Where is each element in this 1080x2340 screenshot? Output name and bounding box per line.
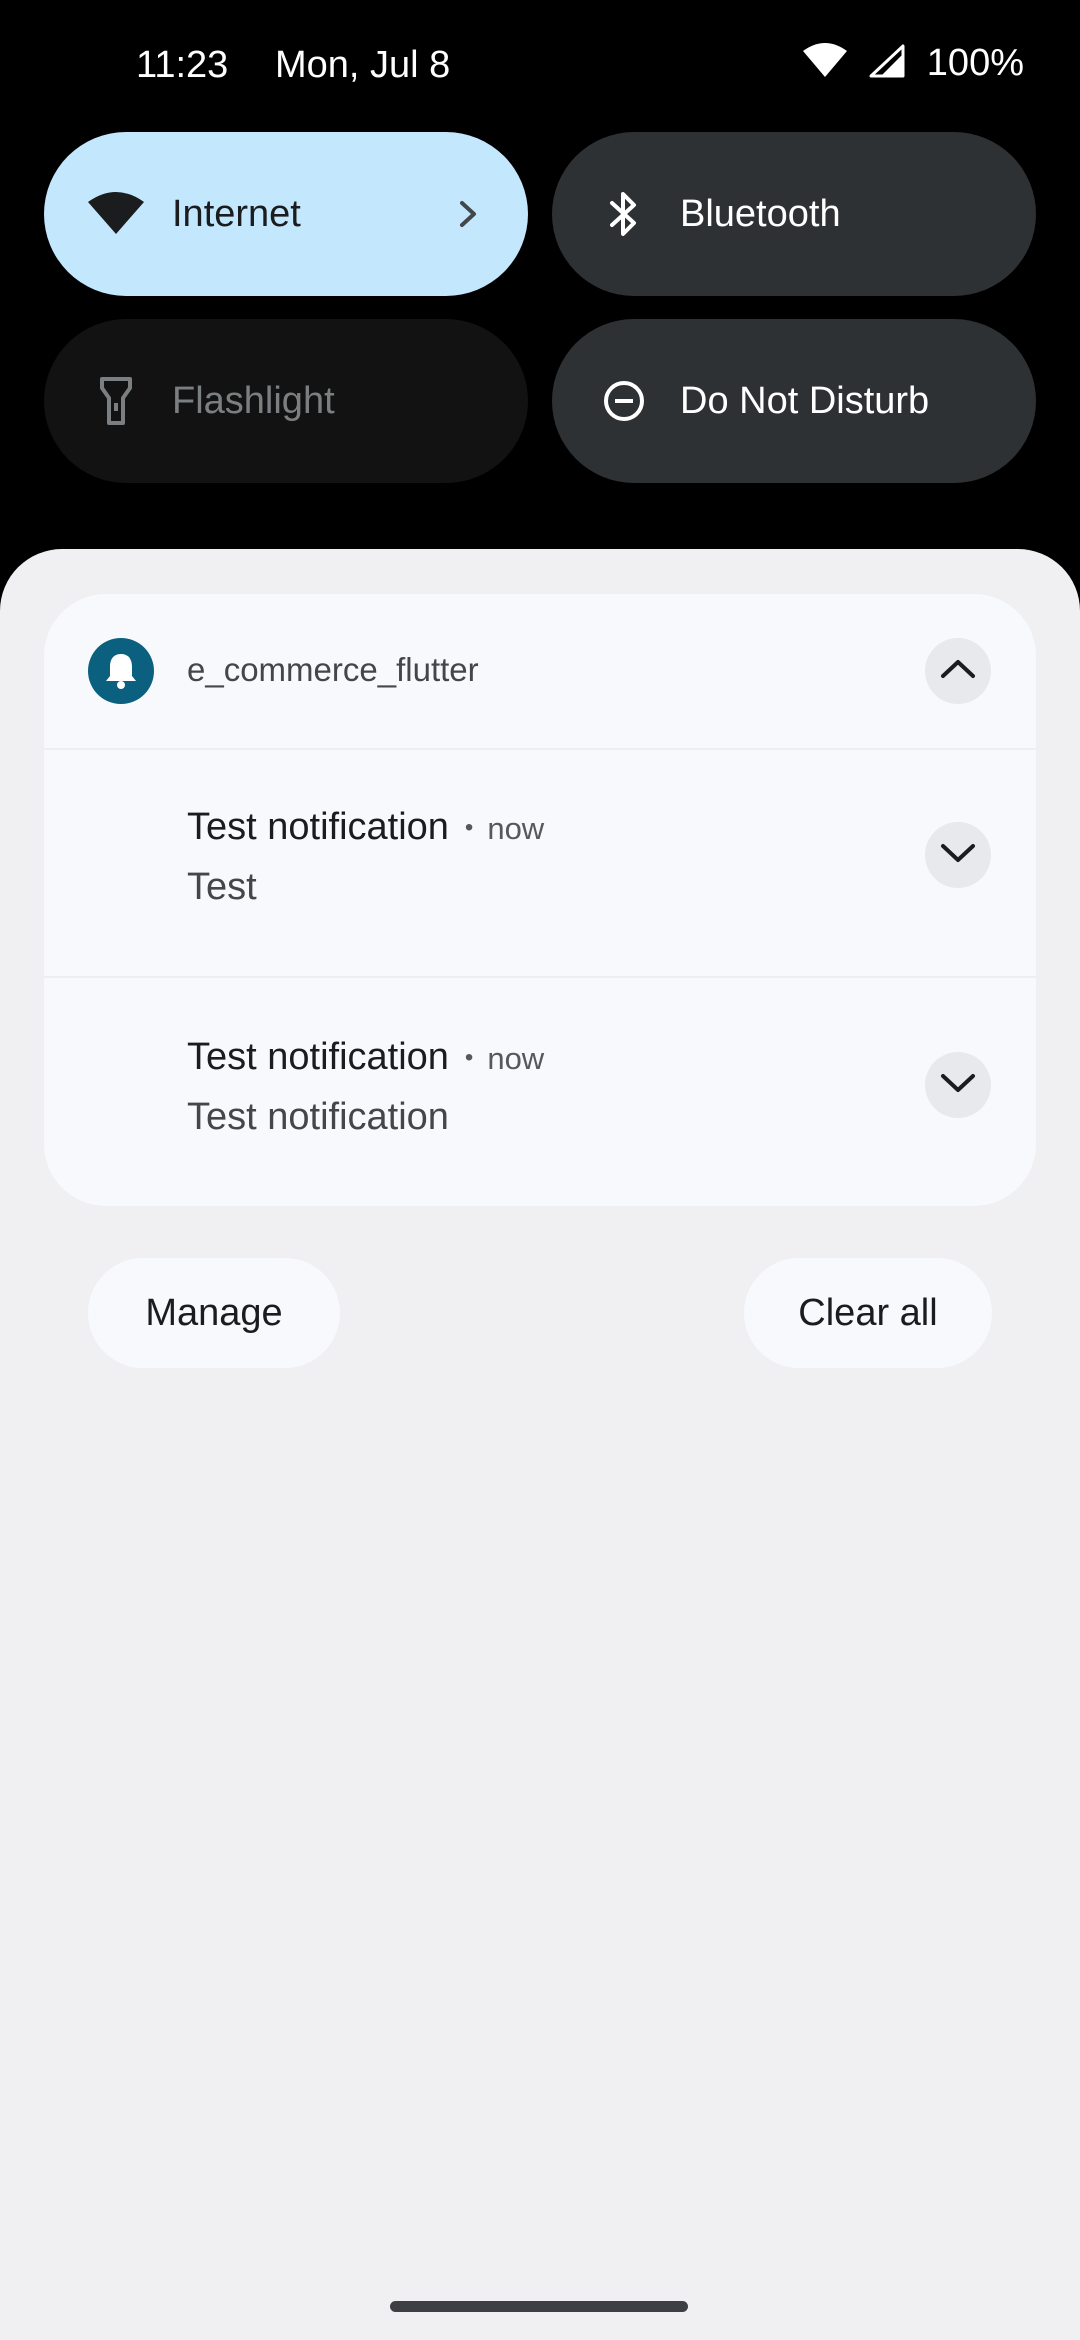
notification-item[interactable]: Test notification • now Test notificatio… (44, 978, 1036, 1206)
notification-body: Test (187, 866, 257, 908)
notification-time: now (487, 1041, 545, 1076)
status-icons: 100% (802, 42, 1024, 85)
manage-button[interactable]: Manage (88, 1258, 340, 1368)
status-time: 11:23 (136, 44, 229, 86)
collapse-group-button[interactable] (925, 638, 991, 704)
bell-icon (88, 638, 154, 704)
chevron-down-icon (940, 1072, 976, 1099)
app-name: e_commerce_flutter (187, 651, 479, 688)
expand-notification-button[interactable] (925, 1052, 991, 1118)
home-gesture-handle[interactable] (390, 2301, 688, 2312)
notification-body: Test notification (187, 1096, 449, 1138)
separator-dot: • (464, 1044, 474, 1071)
bluetooth-tile[interactable]: Bluetooth (552, 132, 1036, 296)
chevron-right-icon[interactable] (448, 194, 488, 234)
wifi-icon (802, 43, 847, 84)
minus-circle-icon (594, 371, 654, 431)
notification-group-header[interactable]: e_commerce_flutter (44, 594, 1036, 750)
flashlight-tile[interactable]: Flashlight (44, 319, 528, 483)
notification-group[interactable]: e_commerce_flutter Test notification • n… (44, 594, 1036, 1206)
cell-signal-icon (869, 44, 905, 83)
internet-tile[interactable]: Internet (44, 132, 528, 296)
chevron-up-icon (940, 658, 976, 685)
status-bar: 11:23 Mon, Jul 8 100% (0, 0, 1080, 130)
status-date: Mon, Jul 8 (275, 44, 451, 86)
do-not-disturb-label: Do Not Disturb (680, 379, 930, 422)
wifi-icon (86, 184, 146, 244)
separator-dot: • (464, 814, 474, 841)
notification-title: Test notification (187, 1036, 449, 1078)
expand-notification-button[interactable] (925, 822, 991, 888)
flashlight-icon (86, 371, 146, 431)
clear-all-button[interactable]: Clear all (744, 1258, 992, 1368)
internet-label: Internet (172, 192, 301, 235)
notification-title: Test notification (187, 806, 449, 848)
do-not-disturb-tile[interactable]: Do Not Disturb (552, 319, 1036, 483)
flashlight-label: Flashlight (172, 379, 335, 422)
bluetooth-label: Bluetooth (680, 192, 841, 235)
battery-percentage: 100% (926, 42, 1024, 84)
chevron-down-icon (940, 842, 976, 869)
notification-item[interactable]: Test notification • now Test (44, 748, 1036, 978)
bluetooth-icon (594, 184, 654, 244)
notification-time: now (487, 811, 545, 846)
